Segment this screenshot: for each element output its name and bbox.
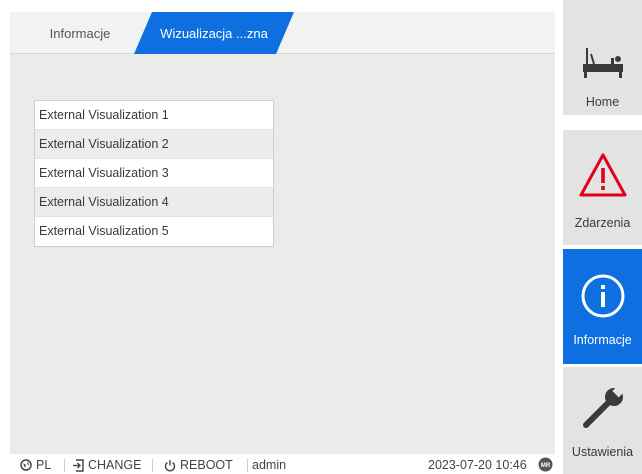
- list-item[interactable]: External Visualization 3: [35, 159, 273, 188]
- sidebar-item-home-label: Home: [585, 95, 620, 109]
- datetime: 2023-07-20 10:46: [428, 458, 527, 472]
- divider: [247, 459, 248, 472]
- divider: [152, 459, 153, 472]
- main-panel: Informacje Wizualizacja ...zna External …: [10, 12, 555, 454]
- info-circle-icon: [563, 273, 642, 321]
- current-user: admin: [252, 458, 286, 472]
- status-bar: PL CHANGE REBOOT admin 2023-07-20 10:46 …: [0, 456, 563, 474]
- change-button[interactable]: CHANGE: [72, 458, 141, 472]
- globe-icon: [20, 459, 32, 471]
- sidebar-item-zdarzenia[interactable]: Zdarzenia: [563, 130, 642, 245]
- tab-wizualizacja[interactable]: Wizualizacja ...zna: [134, 12, 294, 54]
- tab-bar: Informacje Wizualizacja ...zna: [10, 12, 555, 54]
- visualization-list: External Visualization 1 External Visual…: [34, 100, 274, 247]
- power-icon: [164, 459, 176, 471]
- warning-triangle-icon: [563, 152, 642, 200]
- sidebar-item-home[interactable]: Home: [563, 0, 642, 115]
- sidebar-item-ustawienia[interactable]: Ustawienia: [563, 367, 642, 474]
- tab-informacje[interactable]: Informacje: [10, 12, 150, 54]
- datetime-label: 2023-07-20 10:46: [428, 458, 527, 472]
- list-item[interactable]: External Visualization 4: [35, 188, 273, 217]
- language-label: PL: [36, 458, 52, 472]
- list-item[interactable]: External Visualization 5: [35, 217, 273, 246]
- change-label: CHANGE: [88, 458, 142, 472]
- user-label: admin: [252, 458, 287, 472]
- sidebar-item-zdarzenia-label: Zdarzenia: [574, 216, 631, 230]
- reboot-label: REBOOT: [180, 458, 233, 472]
- list-item[interactable]: External Visualization 1: [35, 101, 273, 130]
- transformer-icon: [563, 46, 642, 94]
- language-selector[interactable]: PL: [20, 458, 51, 472]
- divider: [64, 459, 65, 472]
- tab-wizualizacja-label: Wizualizacja ...zna: [160, 25, 268, 41]
- brand-logo: MR: [538, 457, 557, 472]
- sidebar-item-informacje-label: Informacje: [573, 333, 632, 347]
- tab-informacje-label: Informacje: [49, 25, 111, 41]
- wrench-icon: [563, 383, 642, 431]
- brand-badge-text: MR: [541, 463, 551, 469]
- sidebar: Home Zdarzenia Informacje Ustawienia: [563, 0, 642, 474]
- reboot-button[interactable]: REBOOT: [164, 458, 233, 472]
- sidebar-item-informacje[interactable]: Informacje: [563, 249, 642, 364]
- sidebar-item-ustawienia-label: Ustawienia: [571, 445, 634, 459]
- list-item[interactable]: External Visualization 2: [35, 130, 273, 159]
- login-icon: [73, 458, 84, 472]
